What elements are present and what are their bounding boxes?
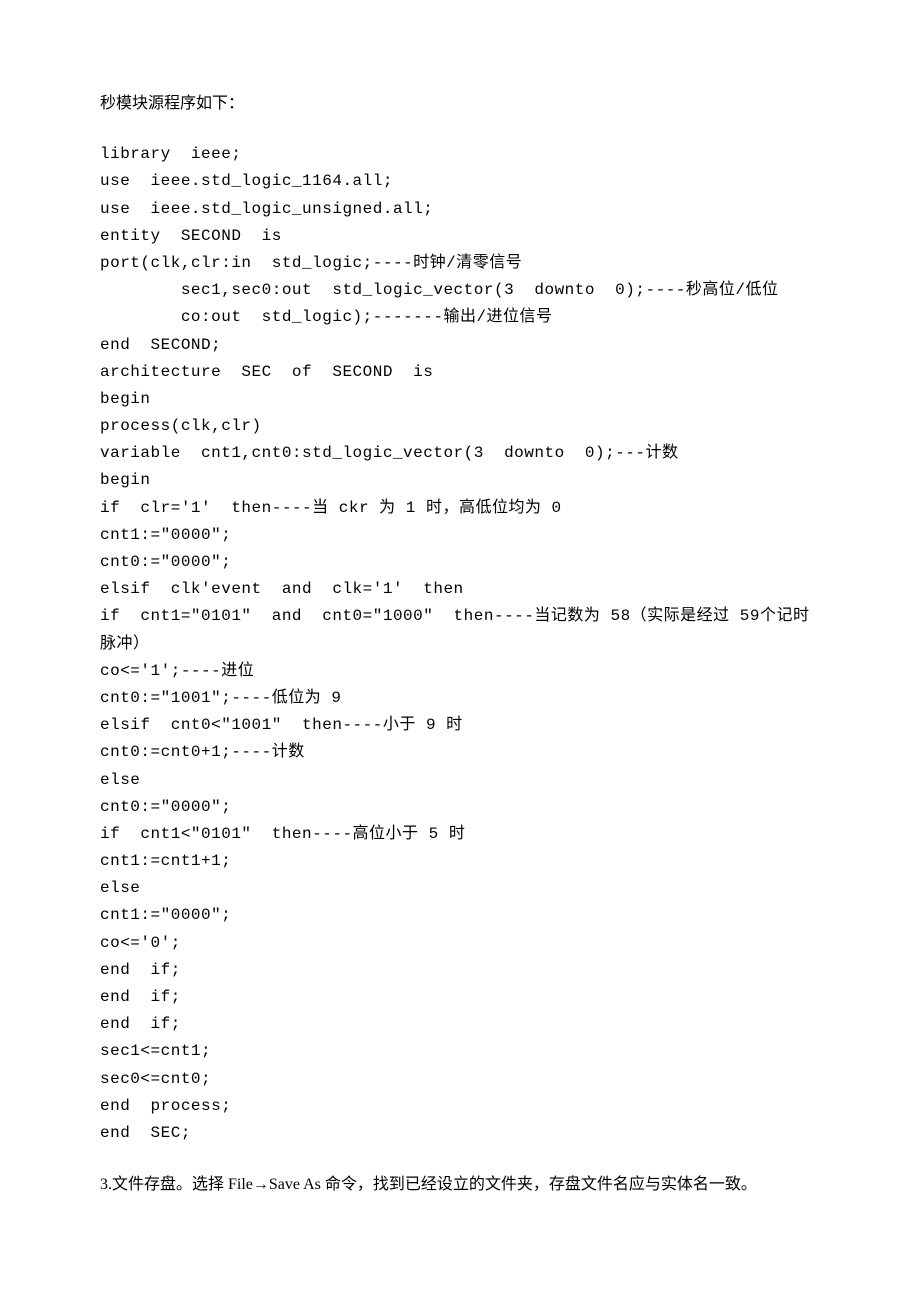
paragraph: 3.文件存盘。选择 File→Save As 命令，找到已经设立的文件夹，存盘文…: [100, 1171, 820, 1198]
heading: 秒模块源程序如下：: [100, 90, 820, 117]
code-block: library ieee; use ieee.std_logic_1164.al…: [100, 141, 820, 1147]
